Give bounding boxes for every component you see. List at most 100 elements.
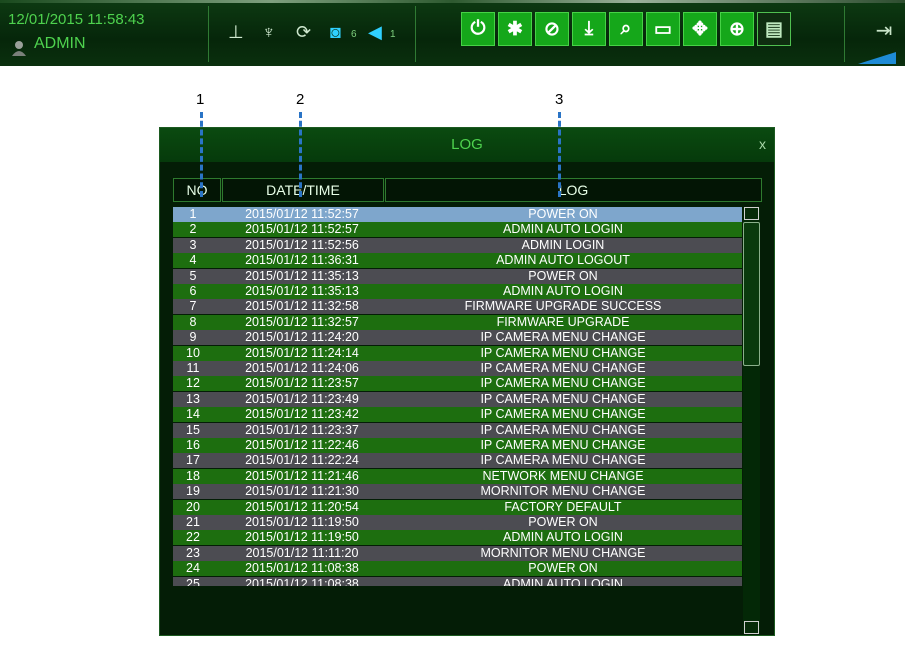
row-no: 10 bbox=[186, 345, 200, 360]
scroll-down-button[interactable] bbox=[744, 621, 759, 634]
row-datetime: 2015/01/12 11:08:38 bbox=[245, 576, 359, 586]
row-datetime: 2015/01/12 11:52:56 bbox=[245, 237, 359, 252]
row-log: NETWORK MENU CHANGE bbox=[482, 468, 644, 483]
column-header-log[interactable]: LOG bbox=[385, 178, 762, 202]
callout-3: 3 bbox=[555, 91, 564, 108]
ptz-button[interactable]: ✥ bbox=[683, 12, 717, 46]
monitor-icon: ▭ bbox=[654, 18, 672, 40]
table-row[interactable]: 12 2015/01/12 11:23:57 IP CAMERA MENU CHAN… bbox=[173, 376, 742, 392]
table-row[interactable]: 23 2015/01/12 11:11:20 MORNITOR MENU CHANG… bbox=[173, 545, 742, 561]
table-row[interactable]: 21 2015/01/12 11:19:50 POWER ON bbox=[173, 515, 742, 530]
exit-button[interactable]: ⇥ bbox=[869, 15, 899, 45]
row-no: 4 bbox=[189, 253, 197, 268]
row-no: 19 bbox=[186, 484, 200, 499]
row-no: 22 bbox=[186, 530, 200, 545]
table-row[interactable]: 17 2015/01/12 11:22:24 IP CAMERA MENU CHAN… bbox=[173, 453, 742, 469]
log-title: LOG bbox=[451, 136, 483, 153]
zoom-button[interactable]: ⊕ bbox=[720, 12, 754, 46]
table-row[interactable]: 8 2015/01/12 11:32:57 FIRMWARE UPGRADE bbox=[173, 314, 742, 330]
callout-line-1 bbox=[200, 112, 203, 197]
callout-2: 2 bbox=[296, 91, 305, 108]
table-row[interactable]: 24 2015/01/12 11:08:38 POWER ON bbox=[173, 561, 742, 577]
row-datetime: 2015/01/12 11:23:37 bbox=[245, 422, 359, 437]
hdd-count: 6 bbox=[351, 29, 357, 40]
row-datetime: 2015/01/12 11:08:38 bbox=[245, 561, 359, 576]
user-name: ADMIN bbox=[34, 35, 86, 52]
scrollbar[interactable] bbox=[743, 207, 760, 634]
archive-icon: ⤓ bbox=[584, 18, 594, 39]
table-row[interactable]: 4 2015/01/12 11:36:31 ADMIN AUTO LOGOUT bbox=[173, 253, 742, 269]
row-log: IP CAMERA MENU CHANGE bbox=[480, 438, 646, 452]
camera-menu-button[interactable]: ⊘ bbox=[535, 12, 569, 46]
row-datetime: 2015/01/12 11:24:14 bbox=[245, 345, 359, 360]
row-log: POWER ON bbox=[528, 561, 598, 576]
row-no: 16 bbox=[186, 438, 200, 452]
log-titlebar: LOG x bbox=[160, 128, 774, 162]
row-log: IP CAMERA MENU CHANGE bbox=[480, 361, 646, 375]
zoom-icon: ⊕ bbox=[729, 18, 745, 40]
row-log: ADMIN AUTO LOGIN bbox=[503, 530, 623, 545]
row-no: 12 bbox=[186, 376, 200, 391]
row-no: 8 bbox=[189, 314, 197, 329]
usb-icon: ♆ bbox=[262, 22, 276, 42]
row-no: 5 bbox=[189, 268, 197, 283]
callout-1: 1 bbox=[196, 91, 205, 108]
row-log: IP CAMERA MENU CHANGE bbox=[480, 453, 646, 468]
row-datetime: 2015/01/12 11:22:24 bbox=[245, 453, 359, 468]
table-row[interactable]: 1 2015/01/12 11:52:57 POWER ON bbox=[173, 207, 742, 222]
log-icon: ▤ bbox=[765, 18, 783, 40]
table-row[interactable]: 18 2015/01/12 11:21:46 NETWORK MENU CHANGE bbox=[173, 468, 742, 484]
row-no: 14 bbox=[186, 407, 200, 422]
archive-button[interactable]: ⤓ bbox=[572, 12, 606, 46]
row-log: FACTORY DEFAULT bbox=[504, 499, 622, 514]
table-row[interactable]: 6 2015/01/12 11:35:13 ADMIN AUTO LOGIN bbox=[173, 284, 742, 299]
table-row[interactable]: 2 2015/01/12 11:52:57 ADMIN AUTO LOGIN bbox=[173, 222, 742, 238]
row-log: IP CAMERA MENU CHANGE bbox=[480, 345, 646, 360]
scroll-up-button[interactable] bbox=[744, 207, 759, 220]
table-row[interactable]: 16 2015/01/12 11:22:46 IP CAMERA MENU CHAN… bbox=[173, 438, 742, 453]
table-row[interactable]: 7 2015/01/12 11:32:58 FIRMWARE UPGRADE SUC… bbox=[173, 299, 742, 315]
log-window: LOG x NO DATE/TIME LOG 1 2015/01/12 11:52… bbox=[159, 127, 775, 636]
row-no: 3 bbox=[189, 237, 197, 252]
row-no: 20 bbox=[186, 499, 200, 514]
row-no: 9 bbox=[189, 330, 197, 345]
scroll-thumb[interactable] bbox=[743, 222, 760, 366]
row-log: IP CAMERA MENU CHANGE bbox=[480, 407, 646, 422]
table-row[interactable]: 25 2015/01/12 11:08:38 ADMIN AUTO LOGIN bbox=[173, 576, 742, 586]
table-row[interactable]: 13 2015/01/12 11:23:49 IP CAMERA MENU CHAN… bbox=[173, 391, 742, 407]
table-row[interactable]: 14 2015/01/12 11:23:42 IP CAMERA MENU CHAN… bbox=[173, 407, 742, 423]
table-row[interactable]: 20 2015/01/12 11:20:54 FACTORY DEFAULT bbox=[173, 499, 742, 515]
table-row[interactable]: 11 2015/01/12 11:24:06 IP CAMERA MENU CHAN… bbox=[173, 361, 742, 376]
table-row[interactable]: 5 2015/01/12 11:35:13 POWER ON bbox=[173, 268, 742, 284]
row-datetime: 2015/01/12 11:22:46 bbox=[245, 438, 359, 452]
ptz-move-icon: ✥ bbox=[692, 18, 708, 40]
row-no: 21 bbox=[186, 515, 200, 529]
column-header-no[interactable]: NO bbox=[173, 178, 221, 202]
table-row[interactable]: 22 2015/01/12 11:19:50 ADMIN AUTO LOGIN bbox=[173, 530, 742, 546]
table-row[interactable]: 19 2015/01/12 11:21:30 MORNITOR MENU CHANG… bbox=[173, 484, 742, 500]
table-row[interactable]: 9 2015/01/12 11:24:20 IP CAMERA MENU CHANG… bbox=[173, 330, 742, 346]
search-icon: ⌕ bbox=[620, 18, 632, 39]
callout-line-2 bbox=[299, 112, 302, 197]
row-datetime: 2015/01/12 11:11:20 bbox=[245, 545, 359, 560]
row-datetime: 2015/01/12 11:24:20 bbox=[245, 330, 359, 345]
table-row[interactable]: 15 2015/01/12 11:23:37 IP CAMERA MENU CHAN… bbox=[173, 422, 742, 438]
row-datetime: 2015/01/12 11:23:42 bbox=[245, 407, 359, 422]
power-button[interactable]: ⏻ bbox=[461, 12, 495, 46]
table-row[interactable]: 10 2015/01/12 11:24:14 IP CAMERA MENU CHAN… bbox=[173, 345, 742, 361]
row-log: ADMIN AUTO LOGIN bbox=[503, 284, 623, 298]
table-row[interactable]: 3 2015/01/12 11:52:56 ADMIN LOGIN bbox=[173, 237, 742, 253]
toolbar-divider bbox=[415, 6, 416, 62]
log-button[interactable]: ▤ bbox=[757, 12, 791, 46]
settings-button[interactable]: ✱ bbox=[498, 12, 532, 46]
row-datetime: 2015/01/12 11:32:57 bbox=[245, 314, 359, 329]
row-log: ADMIN AUTO LOGOUT bbox=[496, 253, 630, 268]
row-datetime: 2015/01/12 11:36:31 bbox=[245, 253, 359, 268]
gear-icon: ✱ bbox=[507, 18, 523, 40]
row-log: POWER ON bbox=[528, 268, 598, 283]
close-button[interactable]: x bbox=[759, 136, 766, 152]
display-button[interactable]: ▭ bbox=[646, 12, 680, 46]
row-no: 18 bbox=[186, 468, 200, 483]
search-button[interactable]: ⌕ bbox=[609, 12, 643, 46]
column-header-datetime[interactable]: DATE/TIME bbox=[222, 178, 384, 202]
